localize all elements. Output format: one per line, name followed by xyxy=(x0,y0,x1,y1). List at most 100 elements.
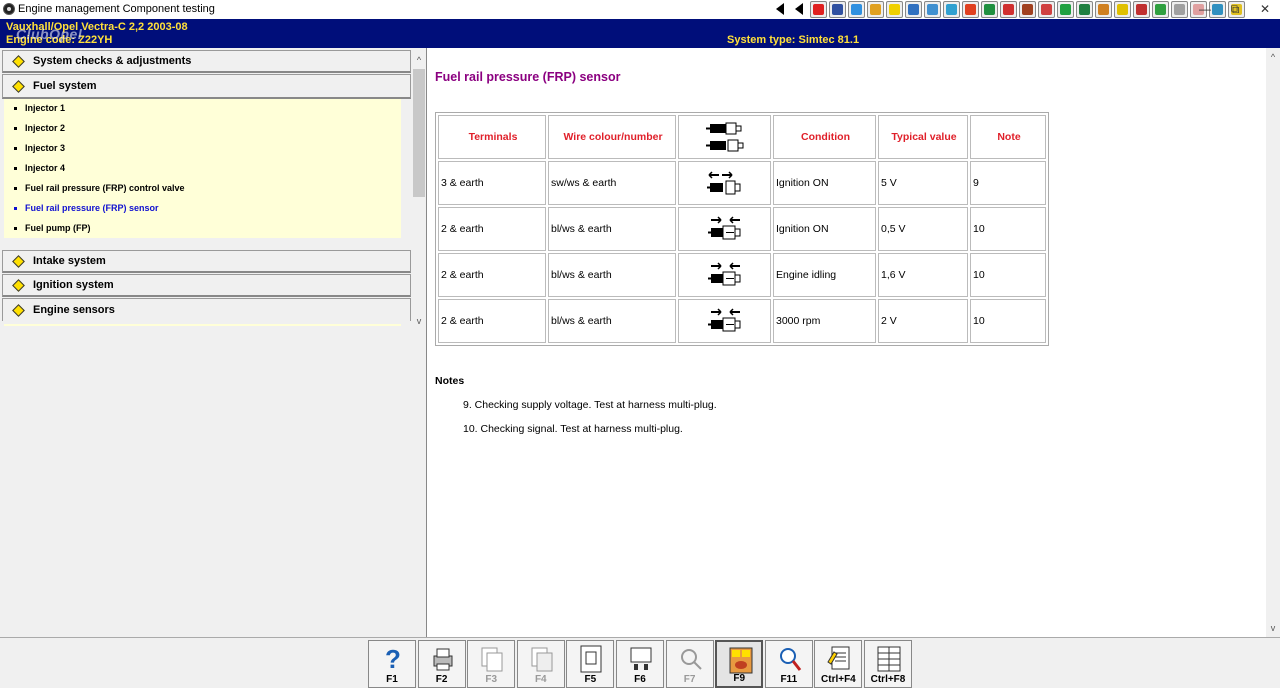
cell-wire: sw/ws & earth xyxy=(548,161,676,205)
function-key-f5[interactable]: F5 xyxy=(566,640,615,688)
list-item-label: Injector 2 xyxy=(25,123,66,133)
list-item-fuel-pump[interactable]: Fuel pump (FP) xyxy=(14,223,91,233)
function-key-label: F5 xyxy=(584,674,597,685)
note-9: 9. Checking supply voltage. Test at harn… xyxy=(463,399,717,411)
cell-condition: Engine idling xyxy=(773,253,876,297)
content-scrollbar[interactable]: ^ v xyxy=(1266,48,1280,637)
module-icon xyxy=(628,644,654,674)
nav-scrollbar[interactable]: ^ v xyxy=(412,51,426,330)
function-key-f7[interactable]: F7 xyxy=(665,640,714,688)
function-key-ctrl-f8[interactable]: Ctrl+F8 xyxy=(864,640,912,688)
list-item-injector-1[interactable]: Injector 1 xyxy=(14,103,65,113)
tyre-icon[interactable] xyxy=(905,1,922,18)
cell-connector xyxy=(678,161,771,205)
function-key-label: F11 xyxy=(780,674,798,685)
list-item-frp-control-valve[interactable]: Fuel rail pressure (FRP) control valve xyxy=(14,183,185,193)
first-icon[interactable] xyxy=(772,1,789,18)
sensor-icon[interactable] xyxy=(981,1,998,18)
list-item-label: Injector 1 xyxy=(25,103,66,113)
document-icon xyxy=(578,644,604,674)
function-key-f3[interactable]: F3 xyxy=(467,640,516,688)
table-row: 2 & earth bl/ws & earth 3000 rpm 2 V 10 xyxy=(438,299,1046,343)
list-item-injector-4[interactable]: Injector 4 xyxy=(14,163,65,173)
category-engine-sensors[interactable]: Engine sensors xyxy=(2,298,411,321)
restore-button[interactable]: ⧉ xyxy=(1220,0,1250,19)
diagram-icon[interactable] xyxy=(848,1,865,18)
page-title: Fuel rail pressure (FRP) sensor xyxy=(435,70,621,84)
scroll-down-icon[interactable]: v xyxy=(1266,621,1280,635)
print-icon xyxy=(430,644,456,674)
airbag-icon[interactable] xyxy=(1095,1,1112,18)
key-icon[interactable] xyxy=(1114,1,1131,18)
help-icon: ? xyxy=(380,644,406,674)
function-key-f1[interactable]: ? F1 xyxy=(368,640,416,688)
list-item-frp-sensor[interactable]: Fuel rail pressure (FRP) sensor xyxy=(14,203,159,213)
category-ignition-system[interactable]: Ignition system xyxy=(2,274,411,297)
minimize-button[interactable]: — xyxy=(1190,0,1220,19)
list-item-injector-2[interactable]: Injector 2 xyxy=(14,123,65,133)
function-key-label: F9 xyxy=(733,673,746,684)
cell-note: 10 xyxy=(970,299,1046,343)
grid-icon xyxy=(876,644,902,674)
function-key-label: Ctrl+F4 xyxy=(821,674,856,685)
scroll-down-icon[interactable]: v xyxy=(412,314,426,328)
category-fuel-system[interactable]: Fuel system xyxy=(2,74,411,99)
category-intake-system[interactable]: Intake system xyxy=(2,250,411,273)
scroll-up-icon[interactable]: ^ xyxy=(412,53,426,67)
cell-typical-value: 0,5 V xyxy=(878,207,968,251)
lift-icon[interactable] xyxy=(962,1,979,18)
scroll-up-icon[interactable]: ^ xyxy=(1266,50,1280,64)
diamond-icon xyxy=(12,54,25,68)
cell-typical-value: 5 V xyxy=(878,161,968,205)
list-item-label: Fuel pump (FP) xyxy=(25,223,91,233)
back-icon[interactable] xyxy=(791,1,808,18)
gauge-icon[interactable] xyxy=(867,1,884,18)
wiring-icon[interactable] xyxy=(943,1,960,18)
belt-icon[interactable] xyxy=(924,1,941,18)
oil-icon[interactable] xyxy=(1038,1,1055,18)
battery-icon[interactable] xyxy=(1057,1,1074,18)
bullet-icon xyxy=(14,226,17,230)
list-item-label: Injector 3 xyxy=(25,143,66,153)
category-system-checks[interactable]: System checks & adjustments xyxy=(2,50,411,73)
cell-condition: Ignition ON xyxy=(773,207,876,251)
diamond-icon xyxy=(12,303,25,317)
function-key-f4[interactable]: F4 xyxy=(516,640,565,688)
lamp-icon[interactable] xyxy=(1076,1,1093,18)
category-label: Intake system xyxy=(33,255,106,267)
watermark: ClubOpel xyxy=(16,26,83,42)
cell-terminals: 3 & earth xyxy=(438,161,546,205)
repair-icon[interactable] xyxy=(1019,1,1036,18)
function-key-f2[interactable]: F2 xyxy=(417,640,466,688)
app-icon xyxy=(3,3,15,15)
connector-connected-icon xyxy=(707,308,740,332)
function-key-ctrl-f4[interactable]: Ctrl+F4 xyxy=(814,640,863,688)
connector-header-icon xyxy=(705,122,743,152)
cell-note: 9 xyxy=(970,161,1046,205)
cell-note: 10 xyxy=(970,253,1046,297)
function-key-f9[interactable]: F9 xyxy=(715,640,764,688)
close-button[interactable]: ✕ xyxy=(1250,0,1280,19)
category-label: Fuel system xyxy=(33,80,97,92)
hazard-icon[interactable] xyxy=(1152,1,1169,18)
header-typical-value: Typical value xyxy=(878,115,968,159)
service-icon[interactable] xyxy=(1000,1,1017,18)
coolant-icon[interactable] xyxy=(1171,1,1188,18)
cell-note: 10 xyxy=(970,207,1046,251)
tools-icon[interactable] xyxy=(886,1,903,18)
cell-terminals: 2 & earth xyxy=(438,253,546,297)
list-item-injector-3[interactable]: Injector 3 xyxy=(14,143,65,153)
scrollbar-thumb[interactable] xyxy=(413,69,425,197)
function-key-label: F3 xyxy=(485,674,498,685)
function-key-label: F4 xyxy=(534,674,547,685)
function-key-label: Ctrl+F8 xyxy=(870,674,906,685)
content-pane: Fuel rail pressure (FRP) sensor Terminal… xyxy=(428,48,1266,637)
function-key-f11[interactable]: F11 xyxy=(764,640,813,688)
list-item-label: Fuel rail pressure (FRP) sensor xyxy=(25,203,159,213)
warning-icon[interactable] xyxy=(810,1,827,18)
notes-heading: Notes xyxy=(435,375,465,387)
function-key-f6[interactable]: F6 xyxy=(616,640,664,688)
svg-text:?: ? xyxy=(385,644,401,674)
engine-icon[interactable] xyxy=(829,1,846,18)
fuse-icon[interactable] xyxy=(1133,1,1150,18)
